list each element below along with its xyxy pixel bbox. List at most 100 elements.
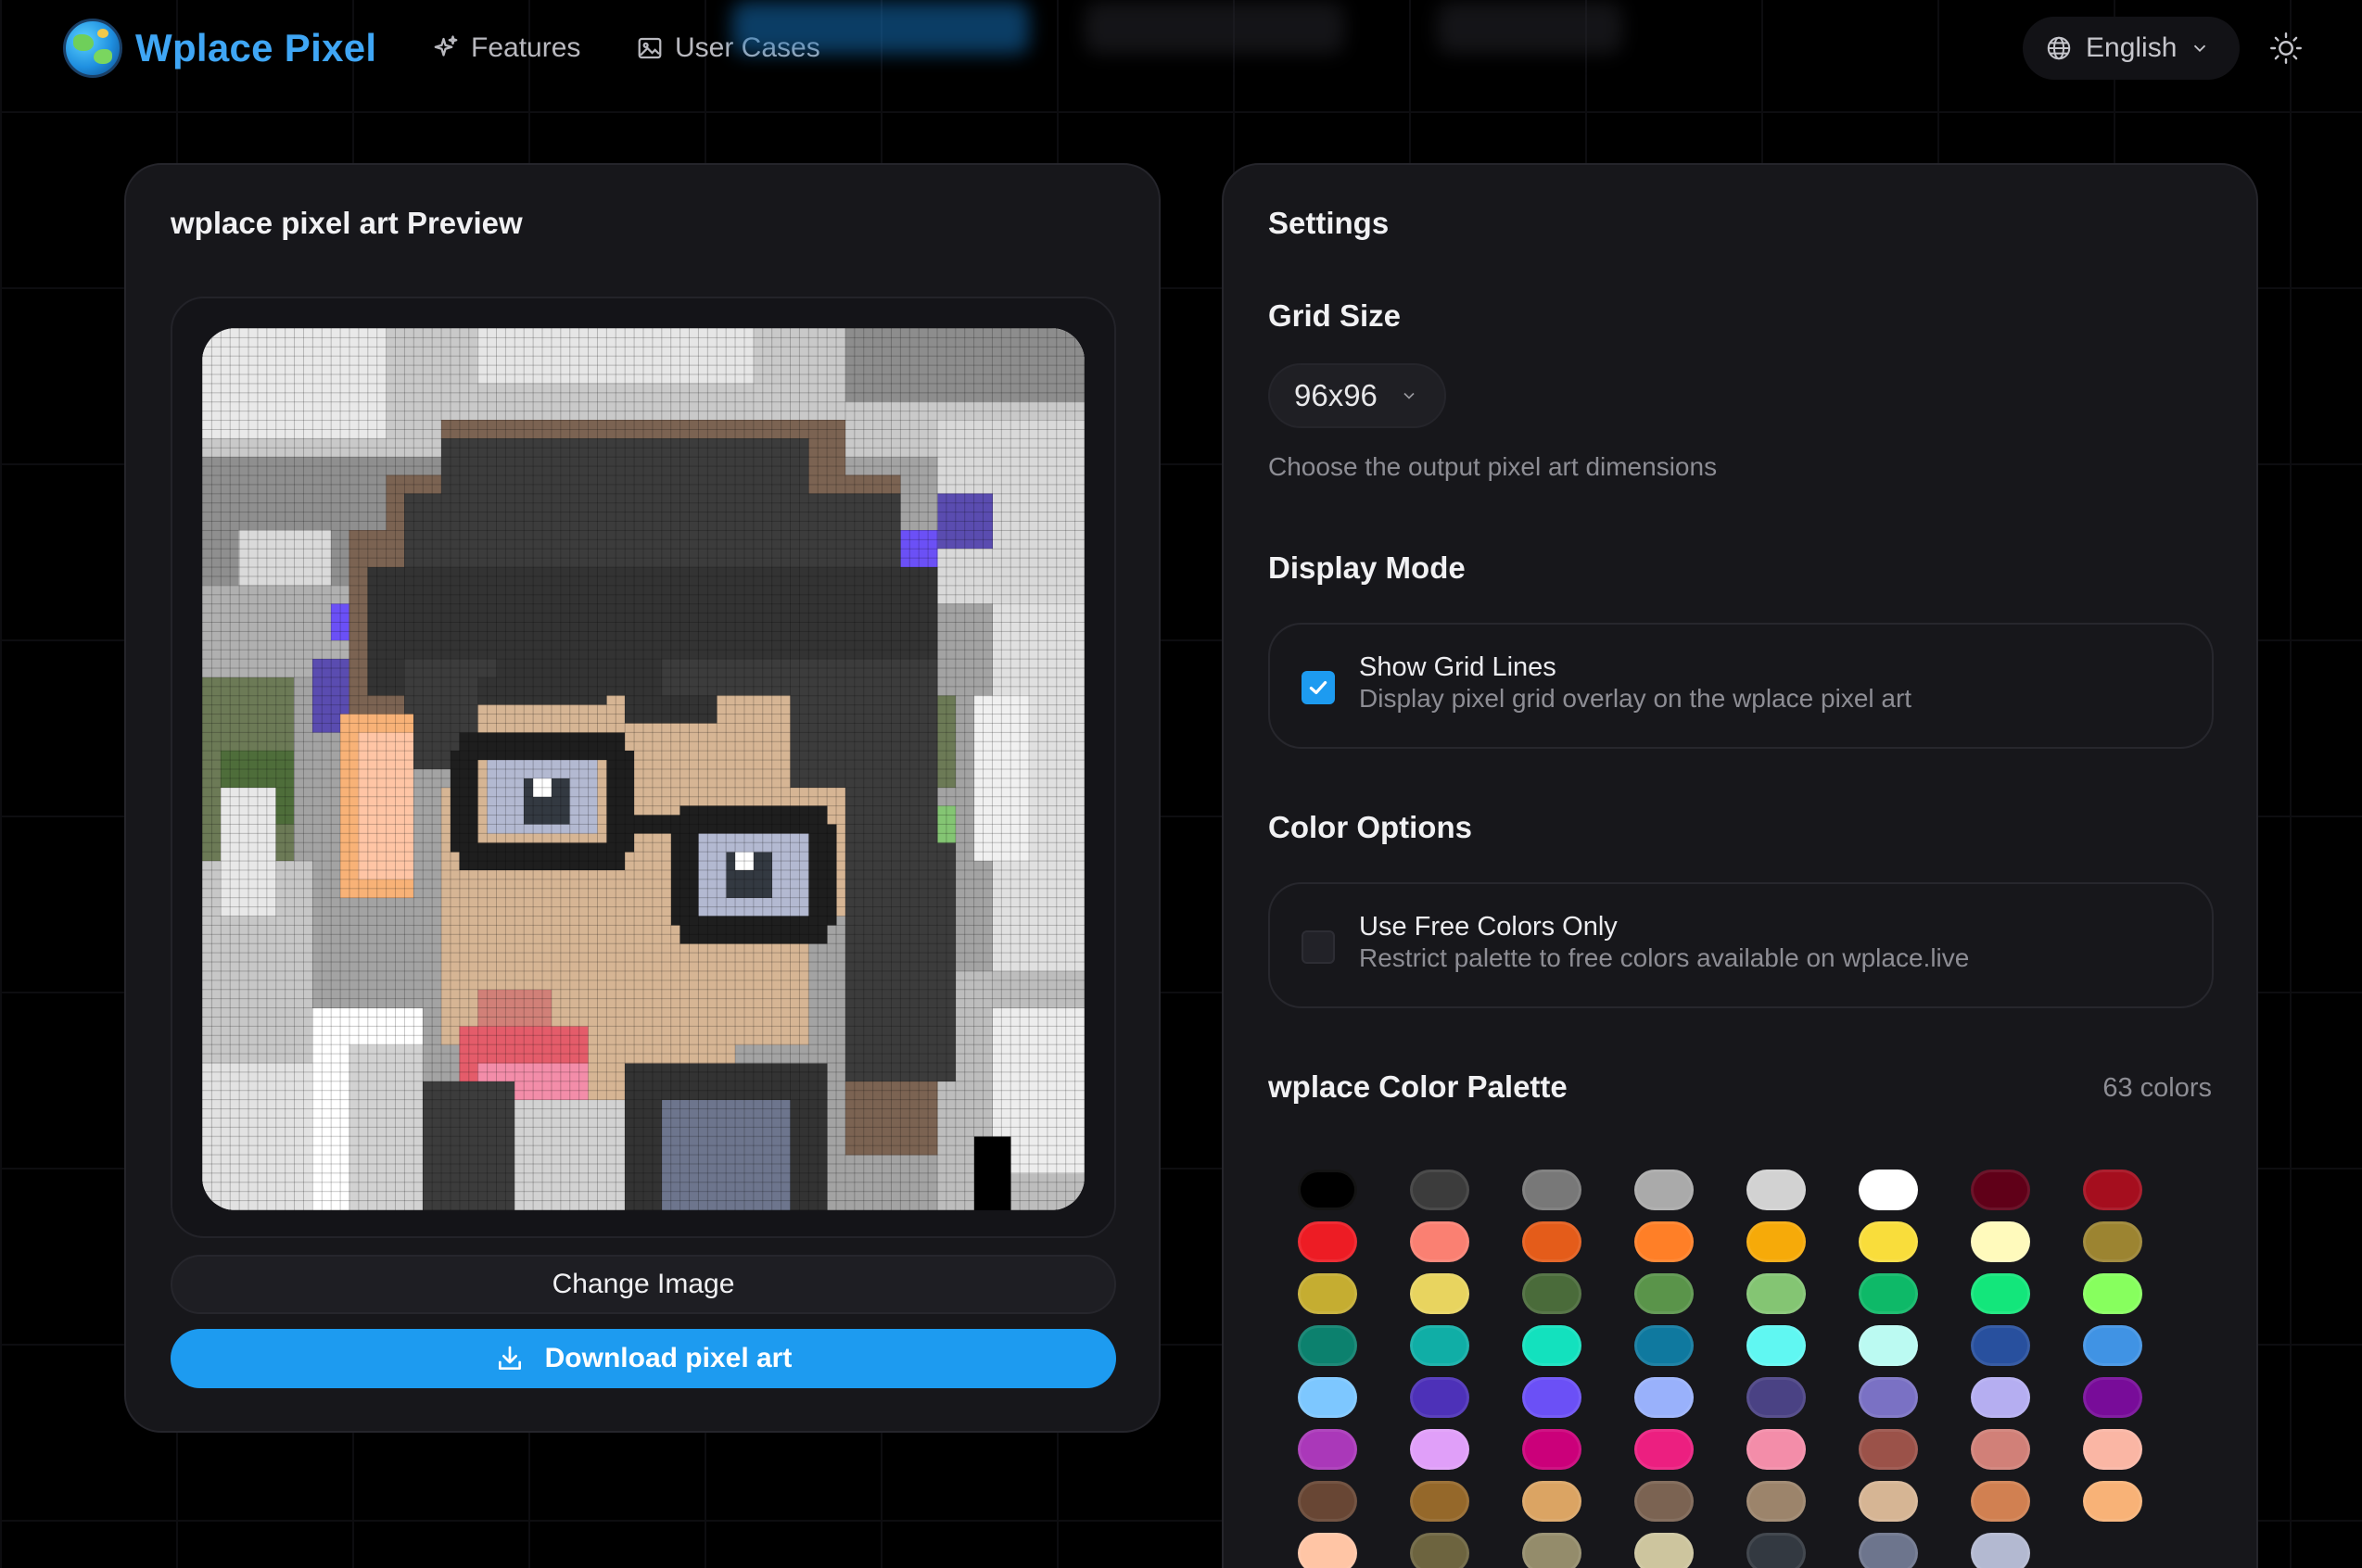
color-swatch[interactable]	[2083, 1377, 2142, 1418]
grid-size-select[interactable]: 96x96	[1268, 363, 1446, 428]
color-swatch[interactable]	[1859, 1273, 1918, 1314]
color-swatch[interactable]	[1859, 1429, 1918, 1470]
blurred-nav-item[interactable]	[1085, 2, 1344, 54]
color-swatch[interactable]	[1746, 1273, 1806, 1314]
color-swatch[interactable]	[1859, 1325, 1918, 1366]
preview-frame	[171, 297, 1116, 1238]
color-swatch[interactable]	[1298, 1481, 1357, 1522]
nav-features-label: Features	[471, 32, 581, 63]
color-swatch[interactable]	[1522, 1273, 1581, 1314]
color-swatch[interactable]	[1971, 1533, 2030, 1568]
color-swatch[interactable]	[1522, 1221, 1581, 1262]
free-colors-title: Use Free Colors Only	[1359, 912, 1618, 942]
grid-size-hint: Choose the output pixel art dimensions	[1268, 452, 1718, 481]
color-swatch[interactable]	[1971, 1325, 2030, 1366]
color-swatch[interactable]	[1634, 1429, 1694, 1470]
free-colors-desc: Restrict palette to free colors availabl…	[1359, 943, 1970, 972]
color-swatch[interactable]	[1522, 1429, 1581, 1470]
color-swatch[interactable]	[1859, 1170, 1918, 1210]
change-image-button[interactable]: Change Image	[171, 1255, 1116, 1314]
color-swatch[interactable]	[1298, 1273, 1357, 1314]
change-image-label: Change Image	[552, 1269, 735, 1299]
color-swatch[interactable]	[1746, 1533, 1806, 1568]
color-swatch[interactable]	[1410, 1429, 1469, 1470]
color-swatch[interactable]	[1971, 1481, 2030, 1522]
color-swatch[interactable]	[1859, 1533, 1918, 1568]
display-mode-label: Display Mode	[1268, 550, 1466, 585]
color-swatch[interactable]	[2083, 1273, 2142, 1314]
color-swatch[interactable]	[1971, 1170, 2030, 1210]
color-swatch[interactable]	[1971, 1221, 2030, 1262]
free-colors-option[interactable]: Use Free Colors Only Restrict palette to…	[1268, 882, 2214, 1008]
color-swatch[interactable]	[1410, 1481, 1469, 1522]
theme-toggle[interactable]	[2266, 28, 2306, 69]
color-palette	[1298, 1170, 2188, 1568]
color-swatch[interactable]	[1746, 1481, 1806, 1522]
color-swatch[interactable]	[1971, 1273, 2030, 1314]
color-swatch[interactable]	[1522, 1481, 1581, 1522]
color-swatch[interactable]	[1298, 1221, 1357, 1262]
color-swatch[interactable]	[1298, 1429, 1357, 1470]
color-swatch[interactable]	[1410, 1325, 1469, 1366]
color-swatch[interactable]	[1522, 1325, 1581, 1366]
globe-logo-icon	[63, 19, 122, 78]
color-swatch[interactable]	[1859, 1377, 1918, 1418]
color-swatch[interactable]	[1634, 1273, 1694, 1314]
color-swatch[interactable]	[1746, 1429, 1806, 1470]
grid-size-value: 96x96	[1294, 378, 1378, 412]
color-swatch[interactable]	[1298, 1325, 1357, 1366]
language-label: English	[2086, 32, 2178, 63]
color-swatch[interactable]	[1746, 1377, 1806, 1418]
color-options-label: Color Options	[1268, 810, 1472, 844]
color-swatch[interactable]	[1410, 1533, 1469, 1568]
color-swatch[interactable]	[1522, 1170, 1581, 1210]
color-swatch[interactable]	[1859, 1481, 1918, 1522]
color-swatch[interactable]	[1410, 1377, 1469, 1418]
pixel-art-preview	[202, 328, 1085, 1210]
nav-features[interactable]: Features	[432, 28, 580, 69]
free-colors-checkbox[interactable]	[1302, 930, 1335, 964]
download-pixel-art-button[interactable]: Download pixel art	[171, 1329, 1116, 1388]
color-swatch[interactable]	[1634, 1170, 1694, 1210]
preview-title: wplace pixel art Preview	[171, 206, 523, 240]
color-swatch[interactable]	[1298, 1533, 1357, 1568]
color-swatch[interactable]	[2083, 1481, 2142, 1522]
color-swatch[interactable]	[1746, 1325, 1806, 1366]
color-swatch[interactable]	[1410, 1221, 1469, 1262]
preview-card: wplace pixel art Preview Change Image Do…	[124, 163, 1161, 1433]
color-swatch[interactable]	[2083, 1221, 2142, 1262]
blurred-nav-item[interactable]	[732, 2, 1029, 54]
color-swatch[interactable]	[1859, 1221, 1918, 1262]
color-swatch[interactable]	[1746, 1221, 1806, 1262]
color-swatch[interactable]	[1522, 1533, 1581, 1568]
color-swatch[interactable]	[1410, 1273, 1469, 1314]
color-swatch[interactable]	[1634, 1221, 1694, 1262]
chevron-down-icon	[2194, 44, 2206, 53]
download-icon	[498, 1346, 521, 1370]
show-grid-lines-desc: Display pixel grid overlay on the wplace…	[1359, 684, 1912, 713]
color-swatch[interactable]	[1522, 1377, 1581, 1418]
sun-icon	[2270, 32, 2302, 64]
color-swatch[interactable]	[2083, 1170, 2142, 1210]
color-swatch[interactable]	[1410, 1170, 1469, 1210]
color-swatch[interactable]	[2083, 1325, 2142, 1366]
color-swatch[interactable]	[1298, 1170, 1357, 1210]
chevron-down-icon	[1403, 392, 1415, 399]
color-swatch[interactable]	[1971, 1377, 2030, 1418]
color-swatch[interactable]	[1634, 1533, 1694, 1568]
language-selector[interactable]: English	[2023, 17, 2240, 80]
sparkles-icon	[434, 35, 458, 57]
color-swatch[interactable]	[2083, 1429, 2142, 1470]
blurred-nav-item[interactable]	[1437, 2, 1622, 54]
color-swatch[interactable]	[1298, 1377, 1357, 1418]
show-grid-lines-checkbox[interactable]	[1302, 671, 1335, 704]
settings-card: Settings Grid Size 96x96 Choose the outp…	[1222, 163, 2258, 1568]
brand-logo[interactable]: Wplace Pixel	[63, 19, 376, 78]
color-swatch[interactable]	[1634, 1325, 1694, 1366]
color-swatch[interactable]	[1971, 1429, 2030, 1470]
top-navbar: Wplace Pixel Features User Cases English	[0, 0, 2362, 96]
color-swatch[interactable]	[1746, 1170, 1806, 1210]
show-grid-lines-option[interactable]: Show Grid Lines Display pixel grid overl…	[1268, 623, 2214, 749]
color-swatch[interactable]	[1634, 1377, 1694, 1418]
color-swatch[interactable]	[1634, 1481, 1694, 1522]
